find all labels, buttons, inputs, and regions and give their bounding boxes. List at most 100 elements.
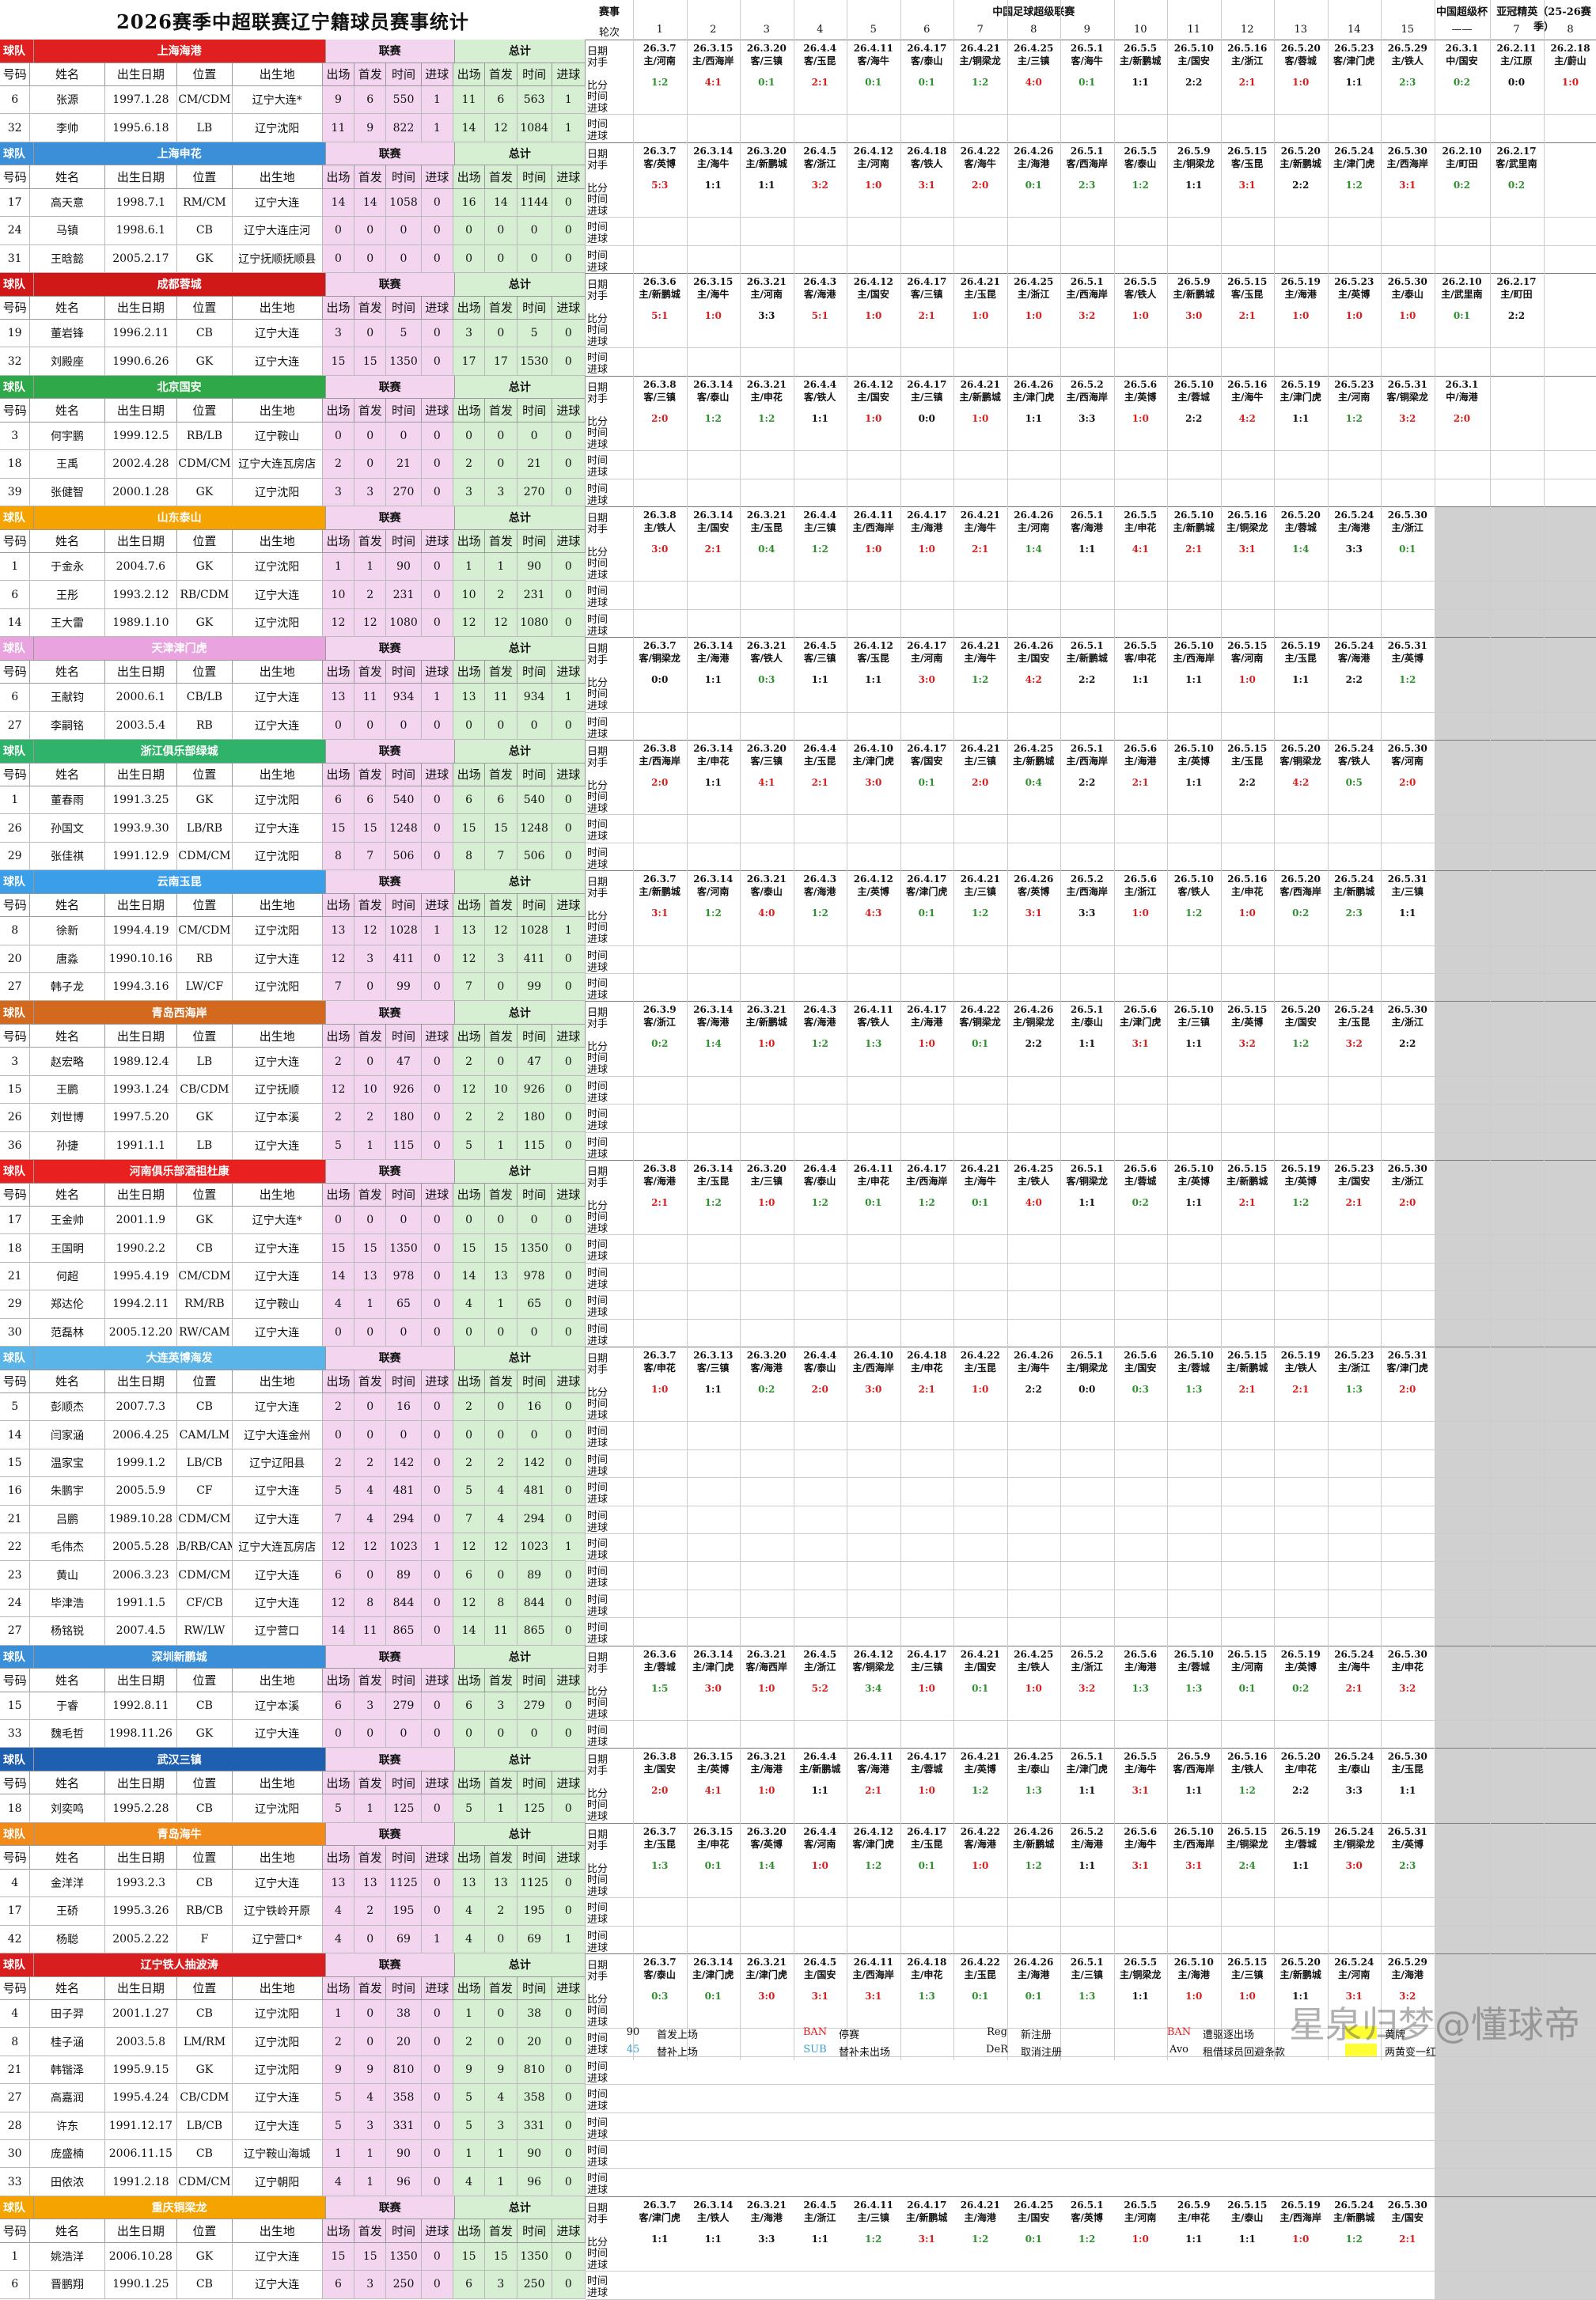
match-opponent: 主/西海岸 <box>1060 390 1114 404</box>
match-score: 3:1 <box>1114 1860 1168 1871</box>
team-label: 球队 <box>0 637 34 661</box>
total-goals: 0 <box>552 2084 586 2112</box>
player-name: 朱鹏宇 <box>30 1477 104 1505</box>
match-score: 1:2 <box>687 907 741 919</box>
player-birthplace: 辽宁沈阳 <box>233 917 323 945</box>
player-position: LB <box>177 114 233 142</box>
total-goals: 0 <box>552 2271 586 2298</box>
column-header: 出生日期 <box>105 2219 177 2243</box>
total-starts: 4 <box>485 1506 517 1533</box>
match-score: 2:2 <box>1167 413 1221 424</box>
match-score: 2:3 <box>1328 907 1382 919</box>
match-opponent: 主/海港 <box>900 1015 954 1029</box>
player-number: 6 <box>0 581 30 608</box>
match-score: 0:1 <box>900 777 954 788</box>
match-score: 0:1 <box>687 1991 741 2002</box>
player-dob: 1991.3.25 <box>105 786 177 814</box>
match-date: 26.4.22 <box>953 1004 1007 1015</box>
player-position: LW/CF <box>177 973 233 1001</box>
total-goals: 0 <box>552 973 586 1001</box>
column-header: 出生地 <box>233 1370 323 1394</box>
total-apps: 0 <box>453 422 485 450</box>
league-time: 1028 <box>386 917 421 945</box>
column-header: 首发 <box>354 1669 386 1692</box>
column-header: 出场 <box>453 165 485 189</box>
match-score: 1:1 <box>1114 77 1168 88</box>
total-time: 1080 <box>517 609 552 637</box>
league-goals: 0 <box>422 1393 453 1421</box>
player-number: 18 <box>0 1234 30 1262</box>
match-opponent: 主/河南 <box>740 287 794 301</box>
grid-line <box>586 1076 1596 1077</box>
player-dob: 1990.1.25 <box>105 2271 177 2298</box>
player-number: 21 <box>0 1263 30 1290</box>
column-header: 首发 <box>485 1370 517 1394</box>
match-score: 1:1 <box>740 180 794 191</box>
league-apps: 15 <box>323 1234 354 1262</box>
player-dob: 1991.1.1 <box>105 1132 177 1160</box>
match-opponent: 客/国安 <box>900 754 954 767</box>
match-score: 1:0 <box>1114 2234 1168 2245</box>
match-date: 26.3.21 <box>740 1957 794 1968</box>
total-goals: 0 <box>552 479 586 506</box>
match-opponent: 主/海港 <box>900 521 954 534</box>
player-row: 3何宇鹏1999.12.5RB/LB辽宁鞍山00000000 <box>0 422 586 450</box>
match-score: 1:0 <box>953 310 1007 321</box>
column-header: 出生地 <box>233 399 323 422</box>
match-opponent: 主/英博 <box>1167 754 1221 767</box>
column-header: 时间 <box>517 1771 552 1795</box>
match-opponent: 主/国安 <box>1328 1174 1382 1188</box>
row-label-opponent: 对手 <box>587 1968 608 1983</box>
column-header: 进球 <box>422 297 453 320</box>
player-birthplace: 辽宁大连 <box>233 684 323 711</box>
total-apps: 17 <box>453 347 485 375</box>
match-opponent: 客/津门虎 <box>847 1837 900 1851</box>
column-header: 位置 <box>177 1025 233 1048</box>
total-time: 270 <box>517 479 552 506</box>
total-apps: 0 <box>453 245 485 273</box>
player-dob: 1997.5.20 <box>105 1104 177 1131</box>
match-date: 26.5.10 <box>1167 1163 1221 1174</box>
round-number: 2 <box>687 24 741 36</box>
match-score: 2:1 <box>1114 777 1168 788</box>
player-number: 24 <box>0 1590 30 1617</box>
match-score: 1:0 <box>1007 310 1061 321</box>
match-date: 26.4.11 <box>847 2200 900 2211</box>
total-starts: 10 <box>485 1076 517 1104</box>
player-name: 赵宏略 <box>30 1048 104 1075</box>
column-header: 出场 <box>323 63 354 87</box>
player-birthplace: 辽宁大连 <box>233 189 323 217</box>
player-name: 何超 <box>30 1263 104 1290</box>
match-date: 26.5.30 <box>1381 146 1435 157</box>
grid-line <box>586 1160 1596 1161</box>
total-time: 844 <box>517 1590 552 1617</box>
match-score: 1:2 <box>1221 1785 1275 1796</box>
match-date: 26.3.8 <box>633 510 687 521</box>
match-score: 1:4 <box>1007 544 1061 555</box>
column-header: 首发 <box>354 1370 386 1394</box>
total-apps: 7 <box>453 1506 485 1533</box>
column-header: 进球 <box>422 894 453 918</box>
match-opponent: 主/申花 <box>740 390 794 404</box>
match-date: 26.4.4 <box>794 1350 847 1361</box>
match-date: 26.4.17 <box>900 1004 954 1015</box>
match-opponent: 主/玉昆 <box>900 1837 954 1851</box>
match-date: 26.4.26 <box>1007 510 1061 521</box>
total-starts: 0 <box>485 217 517 244</box>
column-header: 位置 <box>177 1977 233 2001</box>
column-header: 时间 <box>386 2219 421 2243</box>
league-time: 1248 <box>386 814 421 842</box>
row-label-opponent: 对手 <box>587 521 608 536</box>
match-score: 1:2 <box>1274 1197 1328 1208</box>
league-apps: 5 <box>323 2112 354 2140</box>
match-score: 1:0 <box>1221 907 1275 919</box>
row-label-opponent: 对手 <box>587 1015 608 1030</box>
league-goals: 0 <box>422 1132 453 1160</box>
total-goals: 0 <box>552 553 586 581</box>
player-birthplace: 辽宁营口* <box>233 1926 323 1953</box>
column-header: 出场 <box>453 894 485 918</box>
team-name: 武汉三镇 <box>34 1748 326 1771</box>
league-starts: 13 <box>354 1870 386 1897</box>
match-date: 26.4.12 <box>847 379 900 390</box>
match-date: 26.3.8 <box>633 743 687 754</box>
